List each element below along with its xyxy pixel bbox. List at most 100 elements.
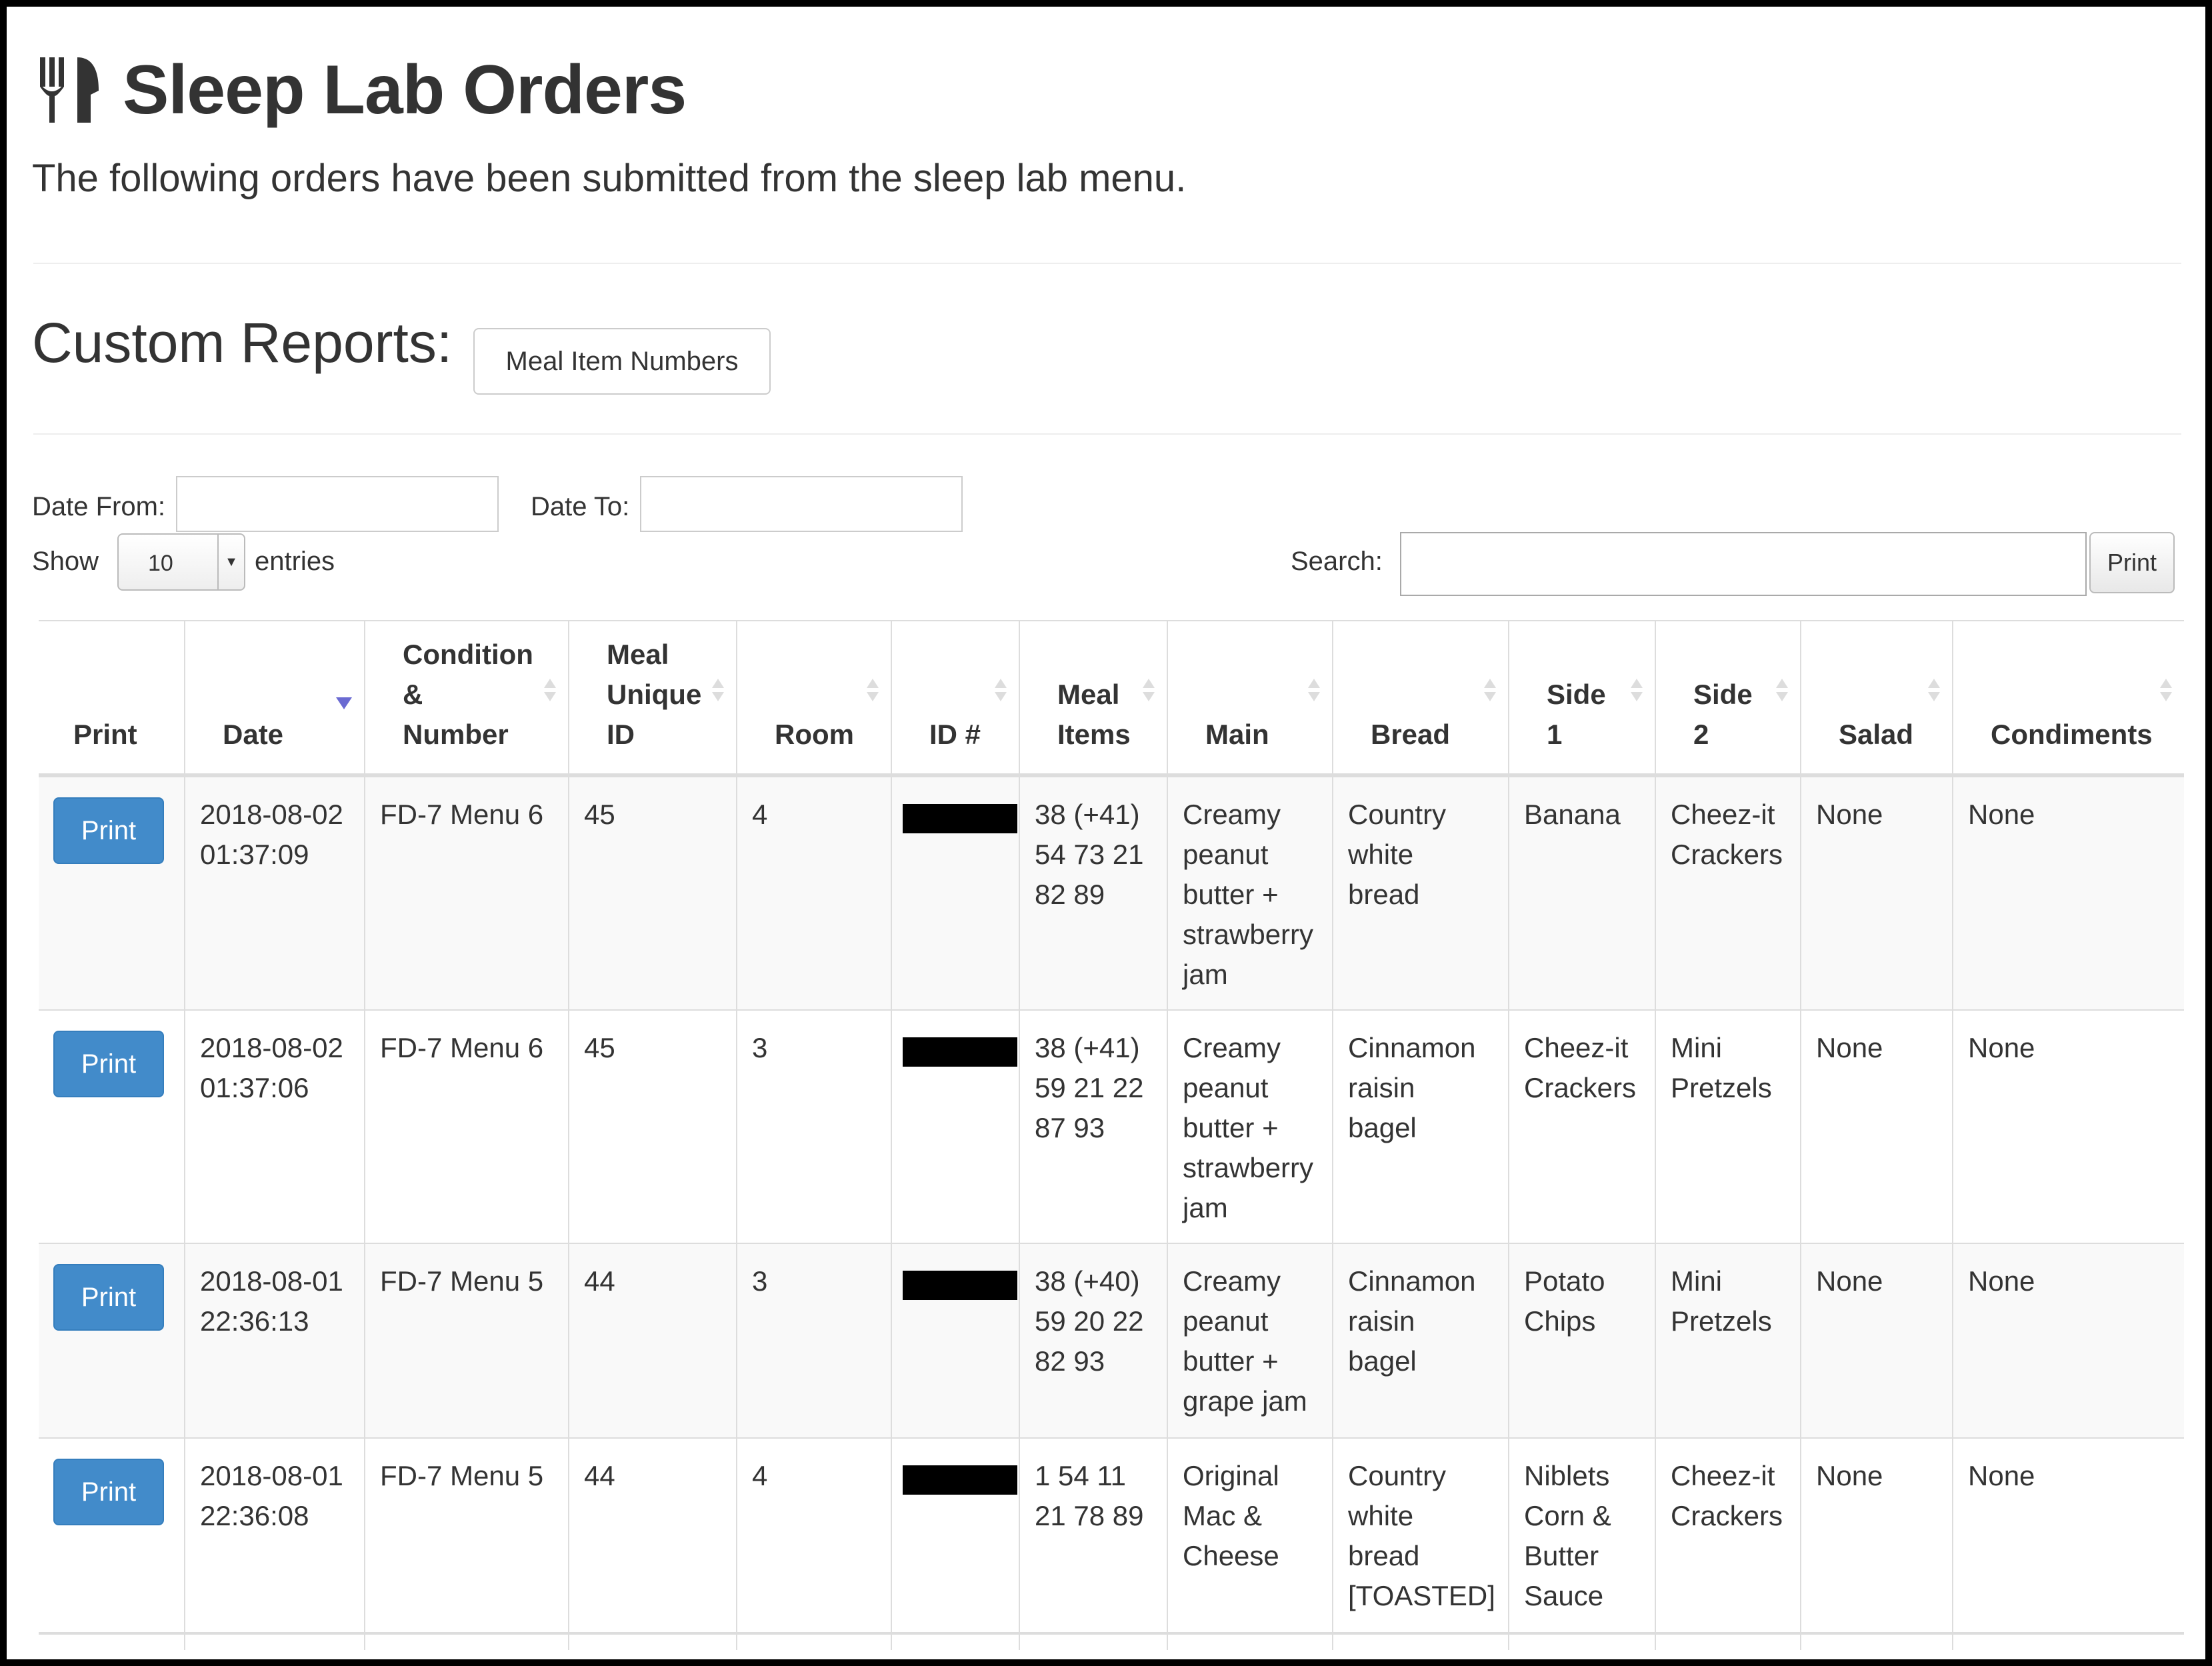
- column-header-room[interactable]: Room: [736, 621, 891, 775]
- cell-text: Cheez-it Crackers: [1671, 1460, 1783, 1531]
- cell-main: Creamy peanut butter + strawberry jam: [1167, 777, 1332, 1009]
- cell-bread: Cinnamon raisin bagel: [1332, 1011, 1508, 1243]
- date-from-input[interactable]: [176, 476, 499, 532]
- column-header-date[interactable]: Date: [184, 621, 364, 775]
- cell-text: Mini Pretzels: [1671, 1265, 1772, 1337]
- cell-condition: FD-7 Menu 6: [364, 1011, 568, 1243]
- column-header-salad[interactable]: Salad: [1800, 621, 1952, 775]
- sort-both-icon: [1140, 679, 1156, 705]
- print-table-button[interactable]: Print: [2089, 532, 2175, 593]
- cell-meal-uid: 45: [568, 1011, 736, 1243]
- cell-meal-items: 1 54 11 21 78 89: [1019, 1439, 1167, 1632]
- cell-meal-uid: [568, 1635, 736, 1650]
- cell-bread: Cinnamon raisin bagel: [1332, 1244, 1508, 1437]
- column-header-label: Meal Unique ID: [607, 639, 702, 750]
- date-to-input[interactable]: [640, 476, 963, 532]
- cell-meal-items: 38 (+40) 59 20 22 82 93: [1019, 1244, 1167, 1437]
- cell-condition: [364, 1635, 568, 1650]
- cell-meal-uid: 44: [568, 1439, 736, 1632]
- column-header-meal-uid[interactable]: Meal Unique ID: [568, 621, 736, 775]
- sort-both-icon: [1481, 679, 1497, 705]
- column-header-id-num[interactable]: ID #: [891, 621, 1019, 775]
- sort-both-icon: [992, 679, 1008, 705]
- cell-text: Mini Pretzels: [1671, 1032, 1772, 1103]
- screenshot-frame: Sleep Lab Orders The following orders ha…: [0, 0, 2212, 1666]
- cell-text: 44: [584, 1460, 615, 1491]
- cell-bread: Country white bread: [1332, 777, 1508, 1009]
- column-header-condiments[interactable]: Condiments: [1952, 621, 2184, 775]
- column-header-condition[interactable]: Condition & Number: [364, 621, 568, 775]
- cell-meal-items: 38 (+41) 59 21 22 87 93: [1019, 1011, 1167, 1243]
- cell-condition: FD-7 Menu 6: [364, 777, 568, 1009]
- print-row-button[interactable]: Print: [53, 1264, 164, 1331]
- column-header-label: Condition & Number: [403, 639, 533, 750]
- cell-room: 3: [736, 1011, 891, 1243]
- cell-condiments: [1952, 1635, 2184, 1650]
- sort-desc-icon: [336, 697, 352, 709]
- redacted-id-bar: [903, 1037, 1017, 1067]
- cell-condiments: None: [1952, 777, 2184, 1009]
- column-header-main[interactable]: Main: [1167, 621, 1332, 775]
- cell-text: None: [1816, 1032, 1883, 1063]
- cell-room: 4: [736, 1439, 891, 1632]
- cell-text: 2018-08-01 22:36:08: [200, 1460, 343, 1531]
- show-label: Show: [32, 547, 99, 576]
- meal-item-numbers-button[interactable]: Meal Item Numbers: [473, 328, 771, 395]
- custom-reports-label: Custom Reports:: [32, 311, 453, 374]
- sort-both-icon: [1305, 679, 1321, 705]
- cell-text: Potato Chips: [1524, 1265, 1605, 1337]
- column-header-print: Print: [39, 621, 184, 775]
- table-row: Print 2018-08-01 22:36:13 FD-7 Menu 5 44 3 38…: [39, 1244, 2184, 1439]
- column-header-label: Room: [775, 719, 854, 750]
- entries-label: entries: [255, 547, 335, 576]
- cell-text: 2018-08-02 01:37:09: [200, 799, 343, 870]
- cell-text: Creamy peanut butter + strawberry jam: [1183, 799, 1314, 990]
- cell-id-num: [891, 1439, 1019, 1632]
- cell-main: Original Mac & Cheese: [1167, 1439, 1332, 1632]
- sort-both-icon: [1628, 679, 1644, 705]
- search-input[interactable]: [1400, 532, 2087, 596]
- table-row: Print 2018-08-02 01:37:09 FD-7 Menu 6 45 4 38…: [39, 777, 2184, 1011]
- caret-down-icon: ▼: [217, 535, 244, 589]
- cell-side1: Potato Chips: [1508, 1244, 1655, 1437]
- print-row-button[interactable]: Print: [53, 1459, 164, 1525]
- cell-text: FD-7 Menu 5: [380, 1265, 544, 1297]
- cell-text: 1 54 11 21 78 89: [1035, 1460, 1144, 1531]
- sort-both-icon: [541, 679, 557, 705]
- sort-both-icon: [2157, 679, 2173, 705]
- cell-text: 3: [752, 1032, 768, 1063]
- column-header-label: Side 2: [1693, 679, 1753, 750]
- column-header-side1[interactable]: Side 1: [1508, 621, 1655, 775]
- cutlery-icon: [40, 57, 99, 123]
- cell-text: Creamy peanut butter + grape jam: [1183, 1265, 1307, 1417]
- cell-room: 4: [736, 777, 891, 1009]
- cell-id-num: [891, 1244, 1019, 1437]
- column-header-label: Salad: [1839, 719, 1914, 750]
- cell-id-num: [891, 777, 1019, 1009]
- cell-condiments: None: [1952, 1439, 2184, 1632]
- entries-select[interactable]: 10 ▼: [117, 533, 245, 591]
- divider: [33, 263, 2181, 264]
- cell-meal-items: [1019, 1635, 1167, 1650]
- cell-side2: Cheez-it Crackers: [1655, 1439, 1800, 1632]
- cell-salad: None: [1800, 1439, 1952, 1632]
- cell-text: FD-7 Menu 6: [380, 1032, 544, 1063]
- cell-text: FD-7 Menu 6: [380, 799, 544, 830]
- column-header-label: Print: [73, 719, 137, 750]
- cell-text: None: [1968, 1032, 2035, 1063]
- cell-text: Original Mac & Cheese: [1183, 1460, 1279, 1571]
- cell-condition: FD-7 Menu 5: [364, 1244, 568, 1437]
- print-row-button[interactable]: Print: [53, 1031, 164, 1097]
- date-to-label: Date To:: [531, 492, 630, 521]
- cell-print: Print: [39, 777, 184, 1009]
- cell-text: Niblets Corn & Butter Sauce: [1524, 1460, 1611, 1611]
- cell-text: 44: [584, 1265, 615, 1297]
- cell-text: Banana: [1524, 799, 1621, 830]
- print-row-button[interactable]: Print: [53, 797, 164, 864]
- cell-text: Country white bread: [1348, 799, 1447, 910]
- column-header-meal-items[interactable]: Meal Items: [1019, 621, 1167, 775]
- table-row: Print 2018-08-01 22:36:08 FD-7 Menu 5 44 4 1 …: [39, 1439, 2184, 1633]
- cell-salad: None: [1800, 777, 1952, 1009]
- column-header-bread[interactable]: Bread: [1332, 621, 1508, 775]
- column-header-side2[interactable]: Side 2: [1655, 621, 1800, 775]
